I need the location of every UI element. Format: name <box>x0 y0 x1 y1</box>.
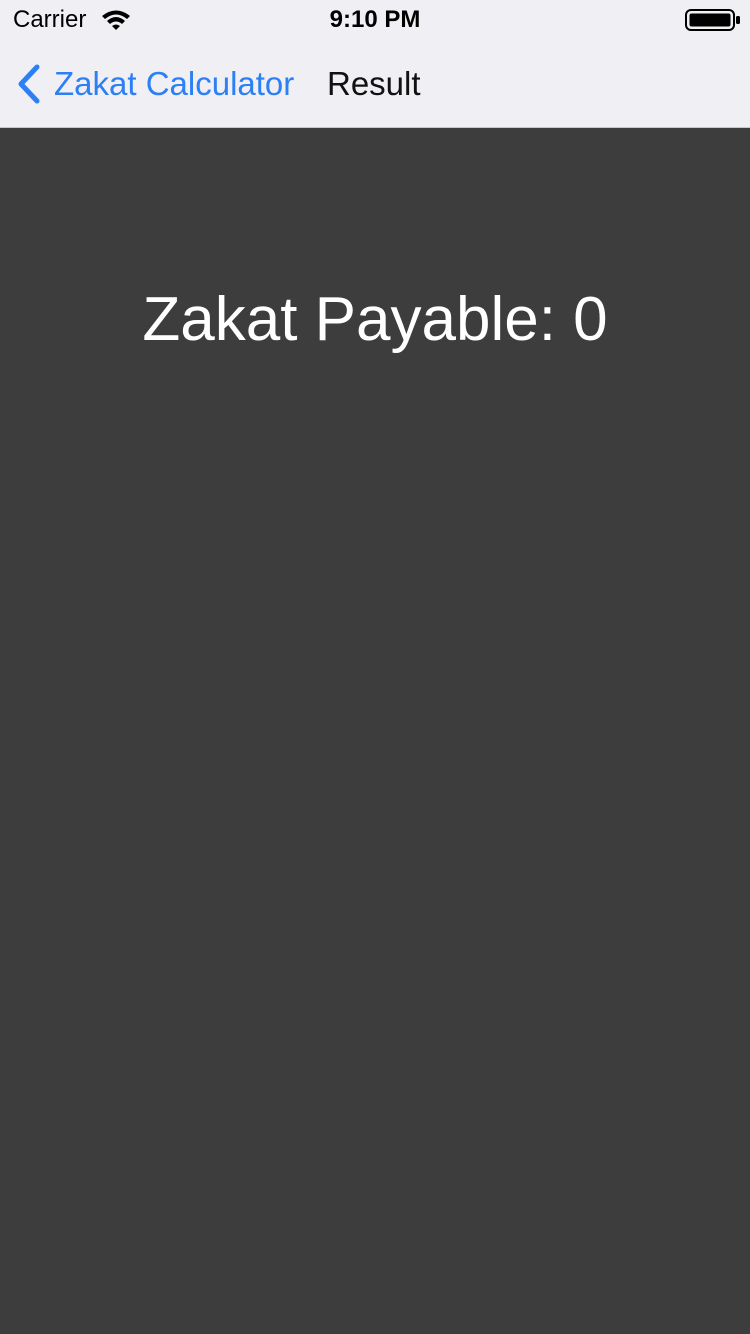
status-time: 9:10 PM <box>329 6 421 33</box>
screen: Carrier 9:10 PM Zakat Calculator Result <box>0 0 750 1334</box>
navigation-bar: Zakat Calculator Result <box>0 40 750 128</box>
battery-icon <box>685 9 740 31</box>
page-title: Result <box>327 65 421 102</box>
chevron-back-icon <box>18 64 40 104</box>
back-button[interactable]: Zakat Calculator <box>16 64 294 104</box>
status-bar: Carrier 9:10 PM <box>0 0 750 40</box>
back-button-label: Zakat Calculator <box>54 65 295 102</box>
top-bar: Carrier 9:10 PM Zakat Calculator Result <box>0 0 750 128</box>
zakat-payable-label: Zakat Payable: 0 <box>142 285 608 354</box>
